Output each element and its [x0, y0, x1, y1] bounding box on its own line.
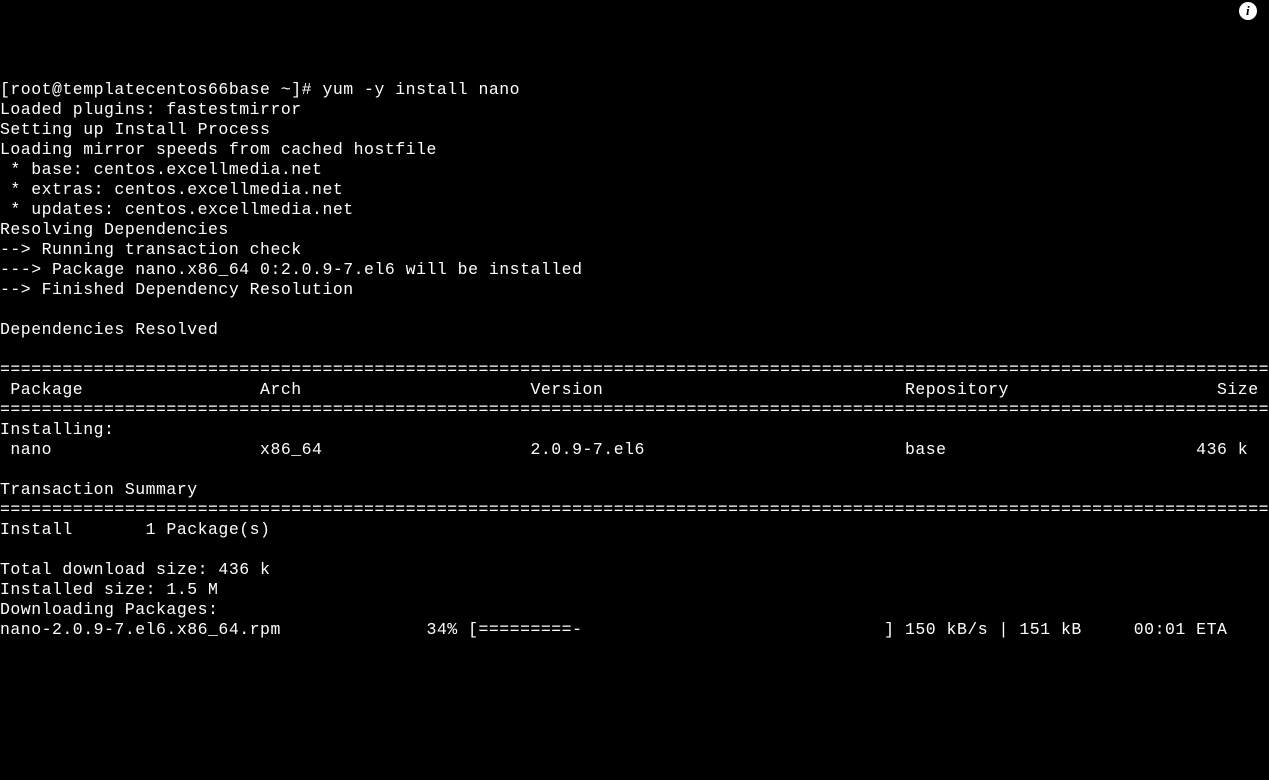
horizontal-rule: ========================================… — [0, 400, 1269, 419]
output-line: Installed size: 1.5 M — [0, 580, 218, 599]
output-line: Setting up Install Process — [0, 120, 270, 139]
terminal-output[interactable]: [root@templatecentos66base ~]# yum -y in… — [0, 80, 1269, 640]
section-label: Transaction Summary — [0, 480, 198, 499]
output-line: Total download size: 436 k — [0, 560, 270, 579]
output-line: Resolving Dependencies — [0, 220, 229, 239]
output-line: Downloading Packages: — [0, 600, 218, 619]
progress-line: nano-2.0.9-7.el6.x86_64.rpm 34% [=======… — [0, 620, 1227, 639]
shell-command: yum -y install nano — [322, 80, 520, 99]
output-line: Loading mirror speeds from cached hostfi… — [0, 140, 437, 159]
output-line: Install 1 Package(s) — [0, 520, 270, 539]
output-line: Dependencies Resolved — [0, 320, 218, 339]
output-line: ---> Package nano.x86_64 0:2.0.9-7.el6 w… — [0, 260, 583, 279]
table-header: Package Arch Version Repository Size — [0, 380, 1259, 399]
output-line: --> Running transaction check — [0, 240, 302, 259]
section-label: Installing: — [0, 420, 114, 439]
output-line: * updates: centos.excellmedia.net — [0, 200, 354, 219]
table-row: nano x86_64 2.0.9-7.el6 base 436 k — [0, 440, 1248, 459]
info-icon[interactable]: i — [1239, 2, 1257, 20]
output-line: --> Finished Dependency Resolution — [0, 280, 354, 299]
shell-prompt: [root@templatecentos66base ~]# — [0, 80, 322, 99]
output-line: Loaded plugins: fastestmirror — [0, 100, 302, 119]
output-line: * base: centos.excellmedia.net — [0, 160, 322, 179]
horizontal-rule: ========================================… — [0, 360, 1269, 379]
horizontal-rule: ========================================… — [0, 500, 1269, 519]
output-line: * extras: centos.excellmedia.net — [0, 180, 343, 199]
